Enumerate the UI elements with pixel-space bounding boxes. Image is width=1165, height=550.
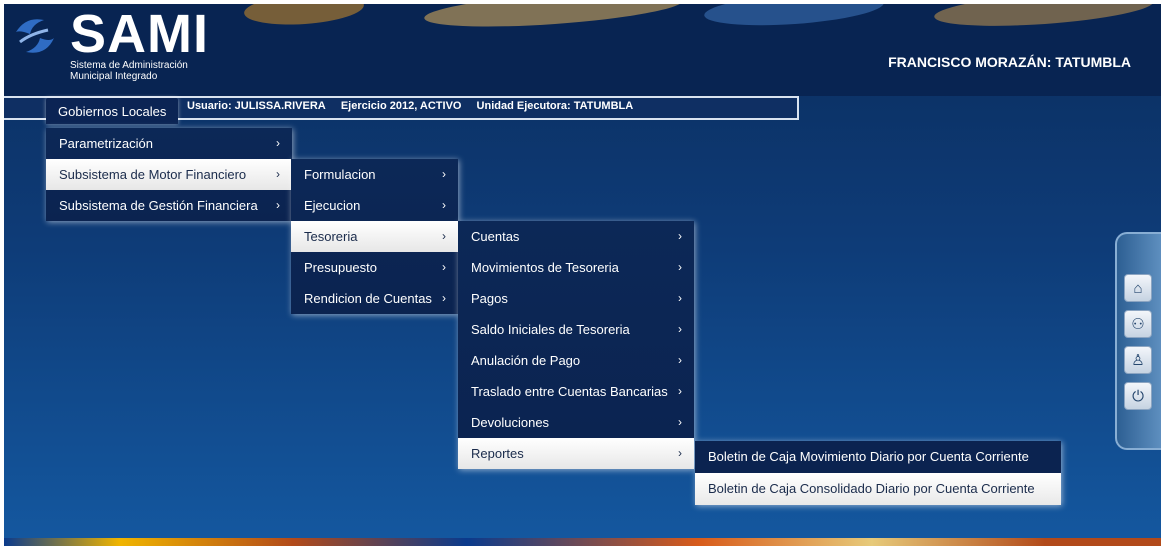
menu-item-label: Devoluciones (471, 415, 550, 430)
header-decoration (933, 4, 1155, 32)
app-title: SAMI (70, 4, 209, 64)
menu-item-tesoreria[interactable]: Tesoreria › (291, 221, 458, 252)
menu-item-label: Traslado entre Cuentas Bancarias (471, 384, 668, 399)
chevron-right-icon: › (678, 415, 682, 429)
menu-item-ejecucion[interactable]: Ejecucion › (291, 190, 458, 221)
menu-level-4: Boletin de Caja Movimiento Diario por Cu… (695, 441, 1061, 505)
home-icon[interactable]: ⌂ (1124, 274, 1152, 302)
chevron-right-icon: › (678, 260, 682, 274)
menu-item-label: Presupuesto (304, 260, 377, 275)
menu-item-label: Boletin de Caja Consolidado Diario por C… (708, 481, 1035, 496)
menu-level-3: Cuentas › Movimientos de Tesoreria › Pag… (458, 221, 694, 469)
chevron-right-icon: › (442, 291, 446, 305)
chevron-right-icon: › (678, 322, 682, 336)
menu-item-label: Anulación de Pago (471, 353, 581, 368)
app-subtitle-line1: Sistema de Administración (70, 60, 188, 71)
menu-item-rendicion-cuentas[interactable]: Rendicion de Cuentas › (291, 283, 458, 314)
municipality-label: FRANCISCO MORAZÁN: TATUMBLA (888, 54, 1131, 70)
menu-item-movimientos-tesoreria[interactable]: Movimientos de Tesoreria › (458, 252, 694, 283)
menu-item-gestion-financiera[interactable]: Subsistema de Gestión Financiera › (46, 190, 292, 221)
menu-level-1: Parametrización › Subsistema de Motor Fi… (46, 128, 292, 221)
menu-item-presupuesto[interactable]: Presupuesto › (291, 252, 458, 283)
header-decoration (423, 4, 685, 34)
menu-item-label: Boletin de Caja Movimiento Diario por Cu… (708, 449, 1029, 464)
app-window: SAMI Sistema de Administración Municipal… (4, 4, 1161, 546)
header-decoration (243, 4, 365, 29)
menu-gobiernos-locales[interactable]: Gobiernos Locales (46, 98, 179, 124)
chevron-right-icon: › (276, 136, 280, 150)
users-icon[interactable]: ⚇ (1124, 310, 1152, 338)
fiscal-year-label: Ejercicio 2012, ACTIVO (340, 100, 462, 112)
chevron-right-icon: › (442, 229, 446, 243)
menu-item-traslado-cuentas[interactable]: Traslado entre Cuentas Bancarias › (458, 376, 694, 407)
chevron-right-icon: › (276, 167, 280, 181)
chevron-right-icon: › (678, 446, 682, 460)
menu-item-saldo-iniciales[interactable]: Saldo Iniciales de Tesoreria › (458, 314, 694, 345)
menu-item-label: Reportes (471, 446, 524, 461)
footer-decoration (4, 538, 1161, 546)
menu-item-boletin-movimiento-diario[interactable]: Boletin de Caja Movimiento Diario por Cu… (695, 441, 1061, 473)
chevron-right-icon: › (678, 229, 682, 243)
chevron-right-icon: › (678, 353, 682, 367)
menu-item-label: Subsistema de Motor Financiero (59, 167, 247, 182)
quick-access-dock: ⌂ ⚇ ♙ ⏻ (1115, 232, 1161, 450)
menu-item-label: Parametrización (59, 136, 153, 151)
menu-item-reportes[interactable]: Reportes › (458, 438, 694, 469)
chevron-right-icon: › (442, 260, 446, 274)
session-info: Usuario: JULISSA.RIVERA Ejercicio 2012, … (187, 100, 645, 112)
chevron-right-icon: › (276, 198, 280, 212)
executing-unit-label: Unidad Ejecutora: TATUMBLA (476, 100, 634, 112)
user-label: Usuario: JULISSA.RIVERA (187, 100, 326, 112)
power-icon[interactable]: ⏻ (1124, 382, 1152, 410)
chevron-right-icon: › (678, 291, 682, 305)
chevron-right-icon: › (678, 384, 682, 398)
menu-item-motor-financiero[interactable]: Subsistema de Motor Financiero › (46, 159, 292, 190)
menu-item-label: Formulacion (304, 167, 376, 182)
menu-item-devoluciones[interactable]: Devoluciones › (458, 407, 694, 438)
menu-item-label: Tesoreria (304, 229, 358, 244)
menu-item-label: Cuentas (471, 229, 520, 244)
menu-item-label: Rendicion de Cuentas (304, 291, 432, 306)
user-key-icon[interactable]: ♙ (1124, 346, 1152, 374)
menu-item-label: Ejecucion (304, 198, 361, 213)
menu-item-boletin-consolidado-diario[interactable]: Boletin de Caja Consolidado Diario por C… (695, 473, 1061, 505)
menu-item-parametrizacion[interactable]: Parametrización › (46, 128, 292, 159)
menu-item-pagos[interactable]: Pagos › (458, 283, 694, 314)
menu-level-2: Formulacion › Ejecucion › Tesoreria › Pr… (291, 159, 458, 314)
menu-item-label: Subsistema de Gestión Financiera (59, 198, 258, 213)
menu-item-cuentas[interactable]: Cuentas › (458, 221, 694, 252)
chevron-right-icon: › (442, 167, 446, 181)
sami-logo-icon (16, 19, 54, 53)
menu-item-anulacion-pago[interactable]: Anulación de Pago › (458, 345, 694, 376)
header-decoration (703, 4, 885, 31)
chevron-right-icon: › (442, 198, 446, 212)
menu-item-label: Movimientos de Tesoreria (471, 260, 619, 275)
menu-item-label: Pagos (471, 291, 508, 306)
menu-item-formulacion[interactable]: Formulacion › (291, 159, 458, 190)
menu-item-label: Saldo Iniciales de Tesoreria (471, 322, 630, 337)
app-subtitle-line2: Municipal Integrado (70, 71, 158, 82)
header: SAMI Sistema de Administración Municipal… (4, 4, 1161, 96)
